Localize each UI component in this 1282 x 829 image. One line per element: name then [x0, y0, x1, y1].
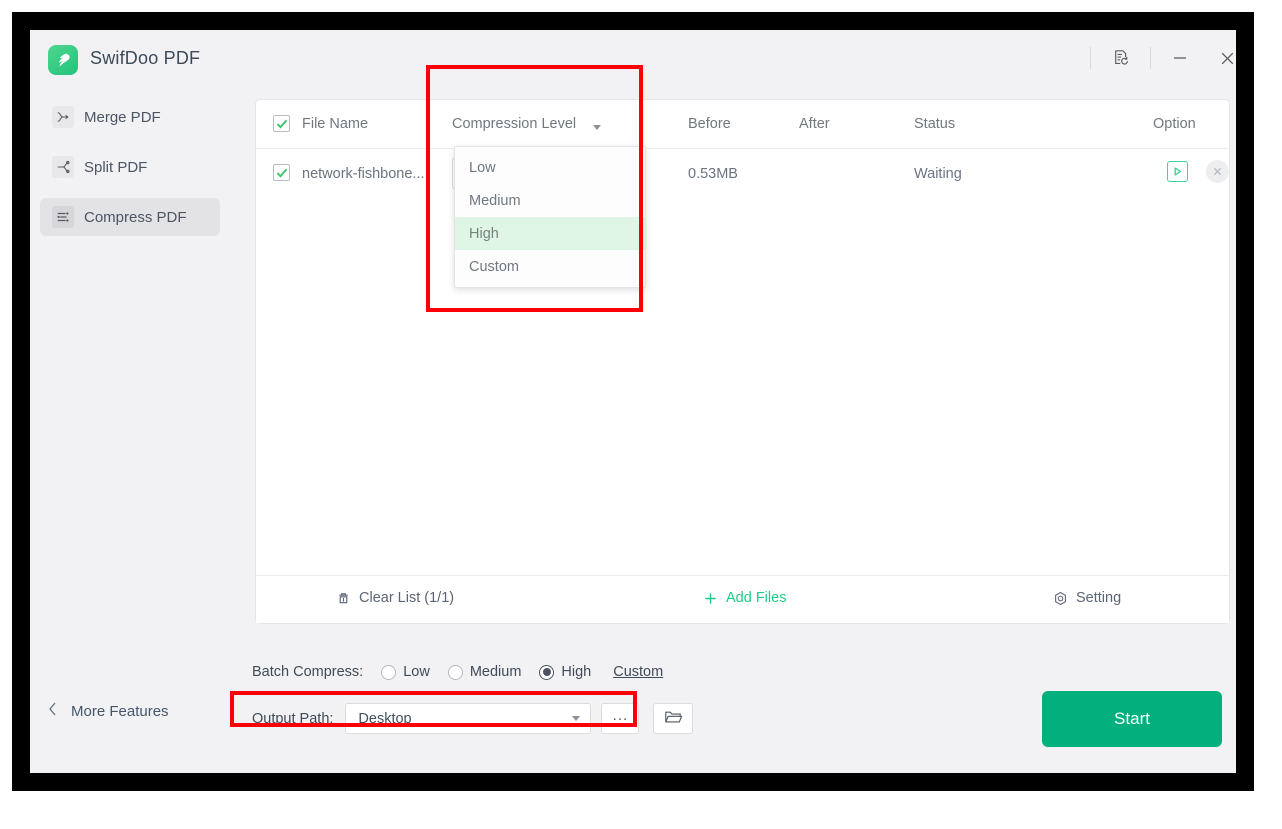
radio-circle-selected: [539, 664, 555, 680]
output-path-select[interactable]: Desktop: [345, 703, 592, 734]
titlebar-divider-1: [1090, 47, 1091, 69]
output-path-row: Output Path: Desktop ...: [252, 703, 694, 734]
setting-label: Setting: [1076, 590, 1122, 606]
table-header-row: File Name Compression Level Before After…: [256, 100, 1229, 149]
header-after: After: [799, 116, 830, 132]
header-before: Before: [688, 116, 731, 132]
row-checkbox[interactable]: [273, 164, 290, 181]
batch-radio-label: High: [561, 664, 592, 680]
minimize-icon[interactable]: [1163, 42, 1197, 74]
sidebar-item-compress-pdf[interactable]: Compress PDF: [40, 198, 220, 236]
sidebar: Merge PDF Split PDF Compress PDF More Fe…: [30, 88, 238, 773]
cell-before-size: 0.53MB: [688, 166, 738, 182]
gear-hex-icon: [1053, 591, 1068, 606]
batch-compress-label: Batch Compress:: [252, 664, 364, 680]
file-list-panel: File Name Compression Level Before After…: [255, 99, 1230, 624]
compress-icon: [52, 206, 74, 228]
screenshot-border-frame: SwifDoo PDF Merge PDF Split PDF Compress…: [12, 12, 1254, 791]
radio-circle: [447, 664, 463, 680]
browse-ellipsis-button[interactable]: ...: [601, 703, 640, 734]
folder-open-icon: [664, 709, 683, 729]
sidebar-item-split-pdf[interactable]: Split PDF: [40, 148, 220, 186]
application-window: SwifDoo PDF Merge PDF Split PDF Compress…: [30, 30, 1236, 773]
title-bar: SwifDoo PDF: [30, 30, 1236, 88]
swifdoo-bird-logo: [48, 45, 78, 75]
open-folder-button[interactable]: [653, 703, 694, 734]
app-title: SwifDoo PDF: [90, 48, 201, 68]
batch-radio-label: Low: [403, 664, 430, 680]
chevron-left-icon: [48, 702, 57, 721]
compression-level-dropdown-menu[interactable]: Low Medium High Custom: [454, 146, 646, 288]
more-features-label: More Features: [71, 703, 169, 720]
caret-down-icon: [572, 716, 581, 721]
dropdown-option-low[interactable]: Low: [455, 151, 645, 184]
batch-compress-row: Batch Compress: Low Medium High Custom: [252, 664, 663, 680]
batch-radio-low[interactable]: Low: [381, 664, 430, 680]
setting-button[interactable]: Setting: [1053, 590, 1121, 606]
document-history-icon[interactable]: [1105, 42, 1139, 74]
radio-circle: [381, 664, 397, 680]
dropdown-option-medium[interactable]: Medium: [455, 184, 645, 217]
clear-list-button[interactable]: Clear List (1/1): [336, 590, 454, 606]
caret-down-icon[interactable]: [593, 125, 601, 130]
batch-radio-medium[interactable]: Medium: [447, 664, 522, 680]
clear-list-label: Clear List (1/1): [359, 590, 455, 606]
play-icon[interactable]: [1167, 161, 1188, 182]
more-features-button[interactable]: More Features: [48, 702, 169, 721]
sidebar-item-merge-pdf[interactable]: Merge PDF: [40, 98, 220, 136]
select-all-checkbox[interactable]: [273, 115, 290, 132]
start-button[interactable]: Start: [1042, 691, 1222, 747]
split-icon: [52, 156, 74, 178]
batch-custom-link[interactable]: Custom: [613, 664, 663, 680]
table-row[interactable]: network-fishbone... Medium 0.53MB Waitin…: [256, 149, 1229, 198]
titlebar-divider-2: [1150, 47, 1151, 69]
batch-radio-label: Medium: [469, 664, 522, 680]
add-files-button[interactable]: Add Files: [703, 590, 786, 606]
output-path-label: Output Path:: [252, 710, 334, 727]
header-status: Status: [914, 116, 956, 132]
add-files-label: Add Files: [726, 590, 787, 606]
header-option: Option: [1153, 116, 1196, 132]
cell-file-name: network-fishbone...: [302, 166, 425, 182]
close-icon[interactable]: [1210, 42, 1236, 74]
trash-icon: [336, 591, 351, 606]
cell-status: Waiting: [914, 166, 962, 182]
sidebar-item-label: Compress PDF: [84, 208, 187, 226]
panel-footer: Clear List (1/1) Add Files Setting: [256, 575, 1229, 623]
header-file-name: File Name: [302, 116, 369, 132]
header-compression-level[interactable]: Compression Level: [452, 116, 576, 132]
dropdown-option-high[interactable]: High: [455, 217, 645, 250]
merge-icon: [52, 106, 74, 128]
sidebar-item-label: Split PDF: [84, 158, 148, 176]
dropdown-option-custom[interactable]: Custom: [455, 250, 645, 283]
batch-radio-high[interactable]: High: [539, 664, 591, 680]
output-path-value: Desktop: [358, 710, 412, 727]
plus-icon: [703, 591, 718, 606]
sidebar-item-label: Merge PDF: [84, 108, 161, 126]
remove-circle-icon[interactable]: [1206, 160, 1229, 183]
